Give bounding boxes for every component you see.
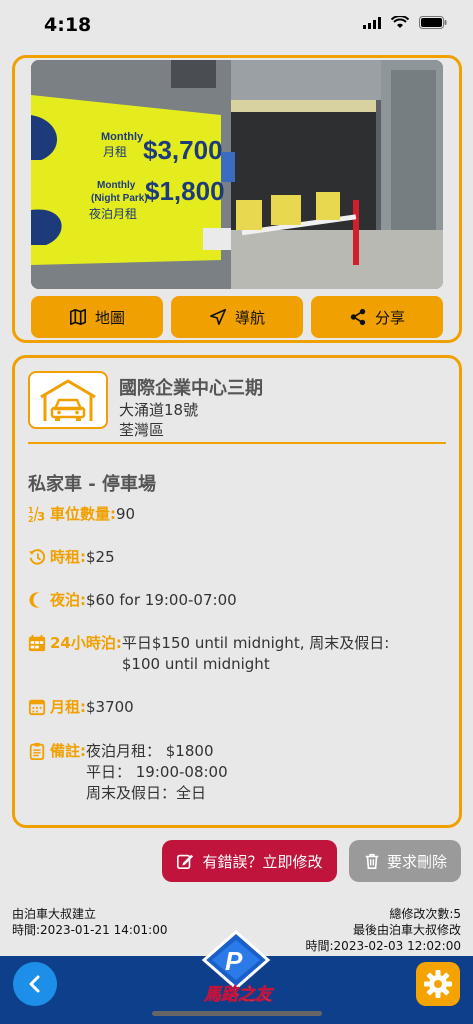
- created-meta: 由泊車大叔建立 時間:2023-01-21 14:01:00: [12, 906, 168, 938]
- wifi-icon: [391, 16, 409, 28]
- spaces-label: 車位數量:: [50, 505, 116, 523]
- home-indicator: [152, 1011, 322, 1016]
- map-icon: [69, 308, 86, 326]
- svg-text:2: 2: [28, 514, 34, 523]
- monthly-label: 月租:: [50, 698, 86, 716]
- status-bar: 4:18: [0, 0, 473, 50]
- created-by: 由泊車大叔建立: [12, 907, 97, 921]
- day24-value-line1: 平日$150 until midnight, 周末及假日:: [121, 634, 390, 652]
- signal-icon: [363, 16, 381, 29]
- day24-value: 平日$150 until midnight, 周末及假日: $100 until…: [122, 633, 389, 675]
- created-time: 時間:2023-01-21 14:01:00: [12, 923, 168, 937]
- sign-monthly-price: $3,700: [143, 135, 223, 165]
- sign-night-label-2: (Night Park): [91, 193, 148, 204]
- request-delete-label: 要求刪除: [386, 852, 447, 871]
- night-value: $60 for 19:00-07:00: [86, 591, 237, 609]
- navigation-arrow-icon: [209, 308, 226, 326]
- spaces-value: 90: [116, 505, 136, 523]
- app-logo: P 馬路之友: [196, 930, 276, 1008]
- edit-icon: [177, 854, 194, 870]
- remarks-value: 夜泊月租： $1800 平日： 19:00-08:00 周末及假日：全日: [86, 741, 228, 804]
- sign-night-cn: 夜泊月租: [89, 206, 137, 221]
- hourly-row: 時租: $25: [28, 547, 115, 568]
- carpark-address: 大涌道18號: [119, 401, 199, 419]
- monthly-value: $3700: [86, 698, 134, 716]
- gear-icon: [424, 970, 452, 998]
- carpark-district: 荃灣區: [119, 421, 165, 439]
- sign-night-price: $1,800: [145, 176, 225, 206]
- divider: [28, 442, 446, 444]
- battery-icon: [419, 16, 447, 29]
- map-button[interactable]: 地圖: [31, 296, 163, 338]
- last-edited-by: 最後由泊車大叔修改: [352, 923, 461, 937]
- carpark-info-card: 國際企業中心三期 大涌道18號 荃灣區 私家車 - 停車場 1 2 3 車位數量…: [12, 355, 462, 828]
- chevron-left-icon: [29, 975, 40, 993]
- app-logo-text: 馬路之友: [203, 985, 275, 1005]
- clipboard-icon: [29, 742, 45, 760]
- status-time: 4:18: [44, 14, 92, 36]
- photo-panel: Monthly 月租 $3,700 Monthly (Night Park) 夜…: [12, 55, 462, 343]
- report-error-button[interactable]: 有錯誤？立即修改: [162, 840, 337, 882]
- remarks-row: 備註: 夜泊月租： $1800 平日： 19:00-08:00 周末及假日：全日: [28, 741, 228, 804]
- navigate-button-label: 導航: [234, 308, 265, 327]
- calendar-24h-icon: [28, 634, 46, 652]
- trash-icon: [365, 853, 379, 870]
- private-car-garage-icon: [28, 371, 108, 429]
- report-error-label: 有錯誤？立即修改: [202, 852, 323, 871]
- edit-count: 總修改次數:5: [389, 907, 461, 921]
- day24-value-line2: $100 until midnight: [121, 655, 270, 673]
- remarks-line3: 周末及假日：全日: [86, 784, 207, 802]
- night-label: 夜泊:: [50, 591, 86, 609]
- carpark-name: 國際企業中心三期: [119, 378, 263, 399]
- share-icon: [350, 308, 366, 326]
- carpark-photo[interactable]: Monthly 月租 $3,700 Monthly (Night Park) 夜…: [31, 60, 443, 289]
- day24-row: 24小時泊: 平日$150 until midnight, 周末及假日: $10…: [28, 633, 389, 675]
- sign-monthly-cn: 月租: [103, 145, 127, 159]
- svg-text:P: P: [225, 946, 243, 976]
- navigate-button[interactable]: 導航: [171, 296, 303, 338]
- vehicle-type-title: 私家車 - 停車場: [28, 474, 157, 495]
- moon-icon: [29, 592, 40, 608]
- history-icon: [28, 549, 46, 565]
- night-row: 夜泊: $60 for 19:00-07:00: [28, 590, 237, 611]
- hourly-label: 時租:: [50, 548, 86, 566]
- calendar-icon: [28, 699, 46, 716]
- monthly-row: 月租: $3700: [28, 697, 134, 718]
- map-button-label: 地圖: [94, 308, 125, 327]
- remarks-label: 備註:: [50, 742, 86, 760]
- sign-monthly-label: Monthly: [101, 131, 144, 143]
- settings-button[interactable]: [416, 962, 460, 1006]
- sign-night-label-1: Monthly: [97, 180, 136, 191]
- svg-text:3: 3: [37, 509, 45, 523]
- numbers-icon: 1 2 3: [28, 505, 45, 523]
- request-delete-button[interactable]: 要求刪除: [349, 840, 461, 882]
- share-button[interactable]: 分享: [311, 296, 443, 338]
- status-icons: [363, 16, 447, 29]
- hourly-value: $25: [86, 548, 115, 566]
- day24-label: 24小時泊:: [50, 634, 122, 652]
- last-edited-time: 時間:2023-02-03 12:02:00: [305, 939, 462, 953]
- back-button[interactable]: [13, 962, 57, 1006]
- remarks-line2: 平日： 19:00-08:00: [86, 763, 228, 781]
- spaces-row: 1 2 3 車位數量: 90: [28, 504, 135, 525]
- share-button-label: 分享: [374, 308, 405, 327]
- modified-meta: 總修改次數:5 最後由泊車大叔修改 時間:2023-02-03 12:02:00: [306, 906, 462, 954]
- remarks-line1: 夜泊月租： $1800: [86, 742, 214, 760]
